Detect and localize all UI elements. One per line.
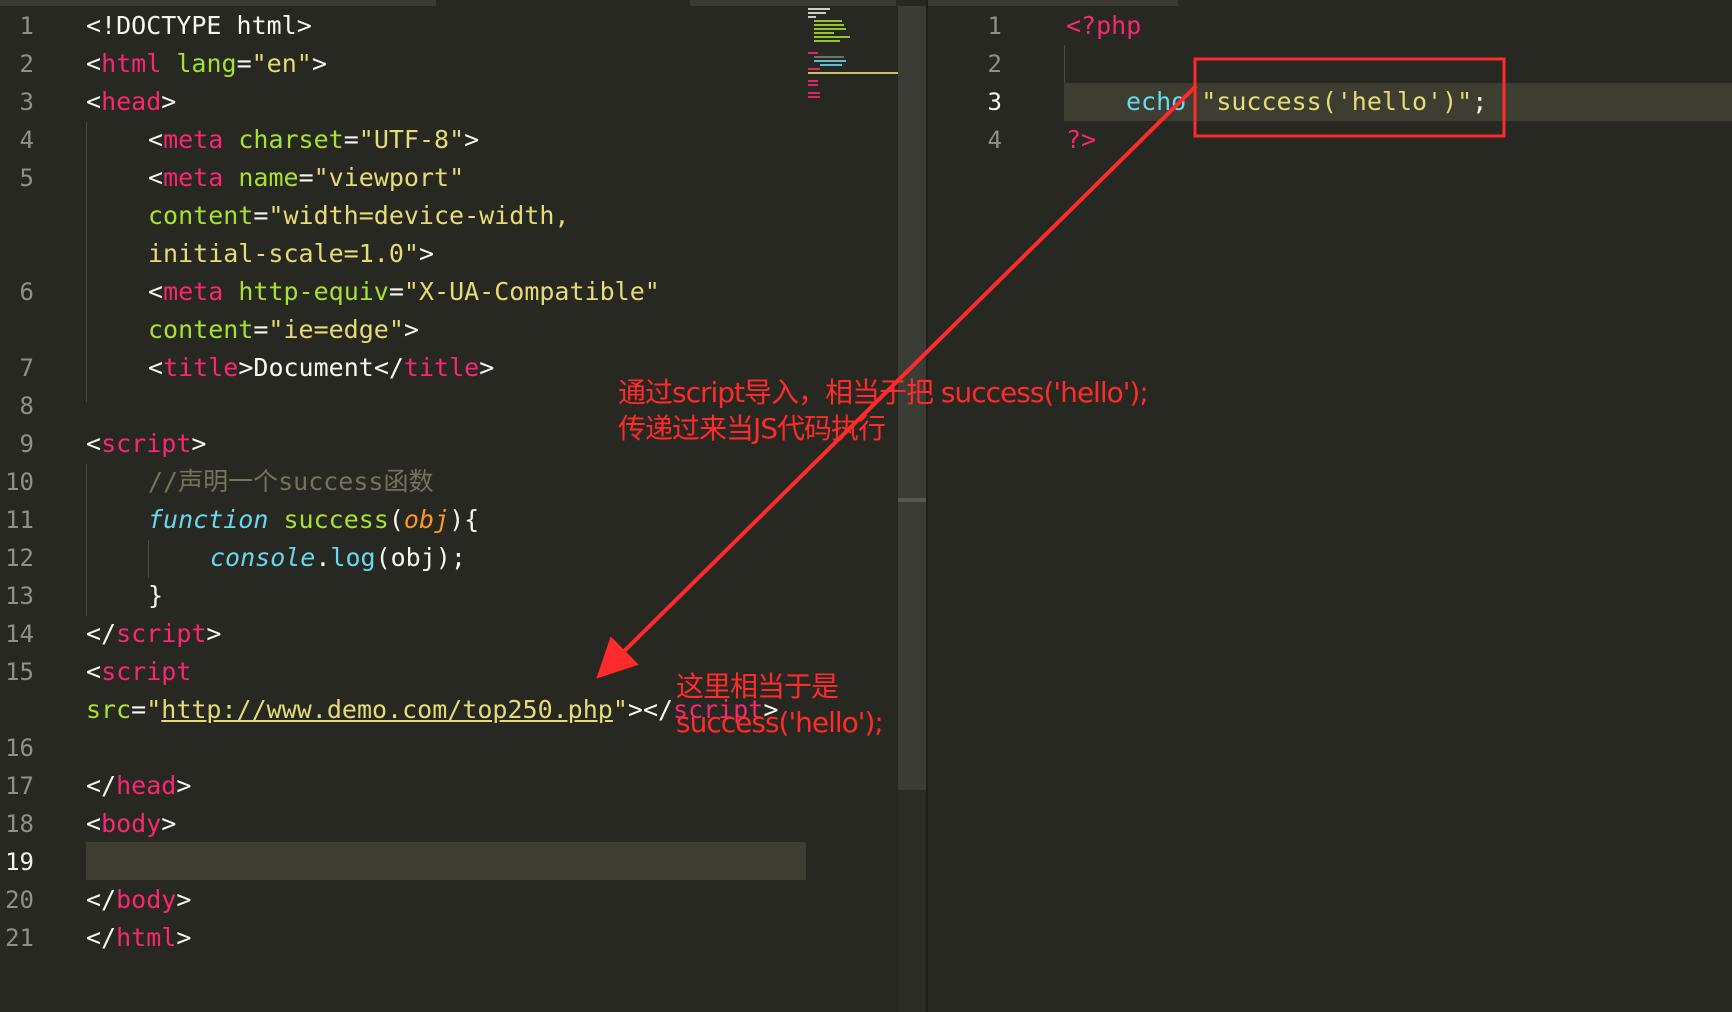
annotation-note: 这里相当于是 (676, 670, 839, 703)
annotation-overlay (596, 57, 1506, 679)
annotation-note: success('hello'); (676, 706, 884, 739)
annotation-note: 传递过来当JS代码执行 (618, 412, 886, 445)
annotation-note: 通过script导入，相当于把 success('hello'); (618, 376, 1149, 409)
highlight-box (1193, 57, 1506, 138)
